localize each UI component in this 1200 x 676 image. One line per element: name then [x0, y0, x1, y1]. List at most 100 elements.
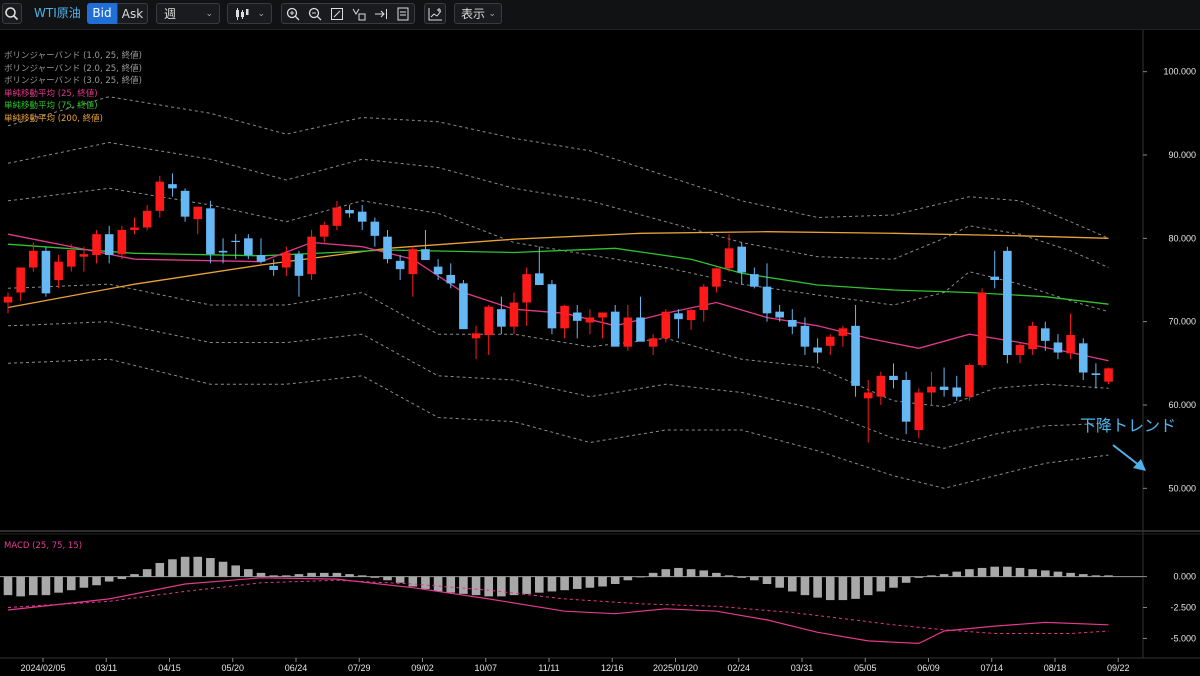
search-button[interactable]	[2, 3, 22, 24]
macd-bar	[1053, 571, 1063, 577]
zoom-out-icon[interactable]	[308, 7, 322, 28]
notes-icon[interactable]	[396, 7, 410, 28]
candle-body	[939, 386, 949, 390]
macd-bar	[244, 569, 253, 577]
candle-body	[408, 249, 418, 275]
candle-body	[79, 254, 89, 257]
candle-body	[977, 292, 987, 365]
x-tick-label: 12/16	[601, 663, 624, 673]
fit-icon[interactable]	[330, 7, 344, 28]
ask-button[interactable]: Ask	[117, 3, 148, 24]
macd-bar	[41, 576, 51, 596]
x-tick-label: 2025/01/20	[653, 663, 698, 673]
macd-bar	[206, 558, 215, 577]
macd-bar	[256, 572, 266, 577]
candle-body	[231, 240, 240, 243]
candle-body	[421, 249, 430, 260]
candle-body	[901, 380, 911, 422]
jump-icon[interactable]	[374, 7, 388, 28]
candle-body	[41, 250, 51, 294]
macd-bar	[1091, 575, 1101, 577]
candle-body	[1003, 250, 1012, 355]
search-icon	[3, 4, 21, 23]
candle-body	[66, 250, 76, 267]
candle-body	[952, 387, 962, 397]
macd-bar	[1066, 572, 1075, 577]
macd-bar	[535, 576, 544, 593]
display-label: 表示	[461, 7, 486, 21]
x-tick-label: 11/11	[538, 663, 559, 673]
candle-body	[433, 266, 443, 275]
period-value: 週	[164, 7, 177, 21]
candle-body	[535, 273, 544, 285]
macd-bar	[737, 576, 746, 578]
macd-bar	[497, 576, 506, 597]
macd-bar	[623, 576, 633, 581]
candle-body	[92, 234, 101, 255]
macd-bar	[383, 576, 392, 581]
macd-bar	[180, 556, 190, 577]
price-chart[interactable]: 100.000 90.000 80.000 70.000 60.000 50.000 0.0…	[0, 30, 1200, 676]
macd-tick-label: -2.500	[1170, 603, 1196, 613]
legend-item: 単純移動平均 (75, 終値)	[4, 101, 98, 111]
macd-bar	[838, 576, 848, 601]
candle-body	[737, 246, 746, 273]
macd-bar	[130, 574, 139, 577]
candle-body	[1066, 335, 1075, 354]
macd-bar	[952, 571, 962, 577]
candle-body	[155, 181, 165, 211]
bid-button[interactable]: Bid	[87, 3, 117, 24]
candle-body	[914, 392, 924, 430]
macd-bar	[572, 576, 582, 589]
candle-body	[269, 265, 278, 270]
trend-annotation: 下降トレンド	[1080, 416, 1177, 435]
candle-body	[547, 284, 557, 329]
legend-item: ボリンジャーバンド (3.0, 25, 終値)	[4, 76, 142, 86]
x-tick-label: 06/24	[285, 663, 308, 673]
display-menu[interactable]: 表示 ⌄	[454, 3, 502, 24]
candle-body	[509, 302, 519, 327]
candle-body	[965, 365, 974, 397]
candle-body	[851, 325, 860, 386]
symbol-name[interactable]: WTI原油	[34, 3, 81, 24]
period-select[interactable]: 週 ⌄	[156, 3, 220, 24]
candle-body	[180, 190, 190, 217]
macd-bar	[661, 569, 671, 577]
macd-bar	[471, 576, 481, 596]
candle-body	[788, 320, 797, 327]
toolbar: WTI原油 Bid Ask 週 ⌄ ⌄ 表示 ⌄	[0, 0, 1200, 30]
candle-body	[459, 283, 468, 330]
add-indicator-button[interactable]	[424, 3, 446, 24]
candle-body	[29, 250, 38, 268]
candle-body	[307, 236, 316, 275]
candle-body	[332, 207, 342, 226]
macd-bar	[863, 576, 873, 596]
macd-bar	[851, 576, 860, 599]
macd-bar	[927, 575, 936, 577]
macd-tick-label: 0.000	[1173, 572, 1196, 582]
candle-body	[117, 230, 127, 255]
macd-bar	[939, 574, 949, 577]
macd-bar	[345, 574, 354, 577]
macd-bar	[446, 576, 456, 593]
candle-body	[636, 317, 645, 342]
macd-bar	[775, 576, 784, 588]
candle-body	[825, 336, 835, 346]
y-tick-label: 50.000	[1168, 483, 1196, 493]
macd-bar	[648, 572, 658, 577]
candle-body	[1028, 325, 1037, 350]
macd-bar	[294, 574, 304, 577]
add-indicator-icon	[428, 7, 443, 21]
x-tick-label: 2024/02/05	[20, 663, 65, 673]
macd-bar	[788, 576, 797, 592]
candle-body	[598, 312, 607, 318]
macd-bar	[54, 576, 63, 593]
candle-body	[585, 317, 595, 323]
macd-bar	[421, 576, 430, 589]
candle-body	[648, 338, 658, 347]
chart-type-select[interactable]: ⌄	[227, 3, 272, 24]
candle-body	[1053, 342, 1063, 353]
zoom-in-icon[interactable]	[286, 7, 300, 28]
legend-item: 単純移動平均 (25, 終値)	[4, 88, 98, 99]
draw-icon[interactable]	[352, 7, 366, 28]
